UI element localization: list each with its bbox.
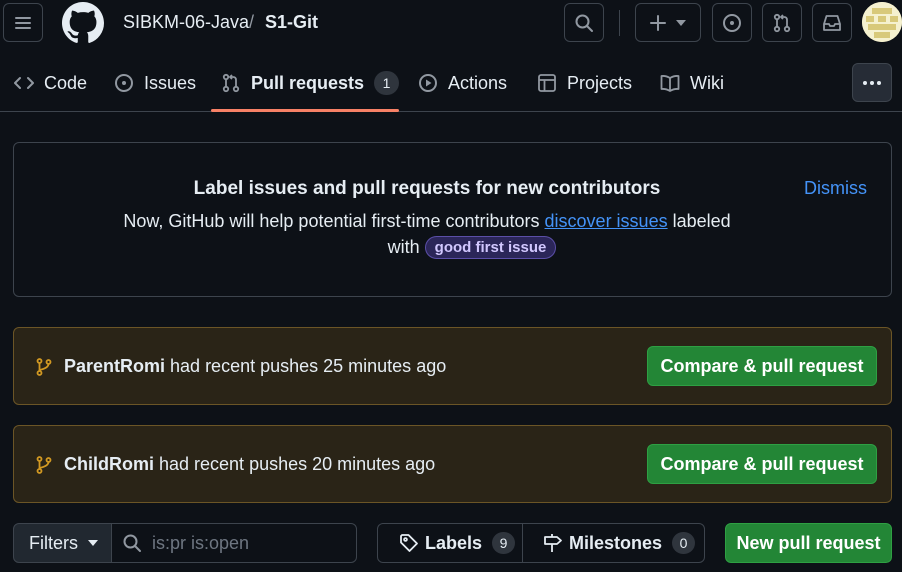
- avatar[interactable]: [862, 2, 902, 42]
- compare-pull-request-button[interactable]: Compare & pull request: [647, 444, 877, 484]
- header-divider: [619, 10, 620, 36]
- tab-code[interactable]: Code: [14, 69, 87, 97]
- menu-button[interactable]: [3, 3, 43, 42]
- tab-wiki[interactable]: Wiki: [660, 69, 724, 97]
- filters-dropdown[interactable]: Filters: [13, 523, 112, 563]
- repo-nav: Code Issues Pull requests 1 Actions Proj…: [0, 55, 902, 112]
- tab-pull-requests-label: Pull requests: [251, 72, 365, 93]
- hamburger-icon: [14, 15, 32, 31]
- code-icon: [14, 75, 34, 91]
- labels-button[interactable]: Labels 9: [377, 523, 523, 563]
- milestones-count: 0: [672, 532, 696, 554]
- kebab-horizontal-icon: [862, 80, 882, 86]
- create-new-button[interactable]: [635, 3, 701, 42]
- caret-down-icon: [88, 540, 98, 546]
- banner-with-text: with: [387, 237, 425, 257]
- labels-count: 9: [492, 532, 516, 554]
- book-icon: [660, 73, 680, 93]
- banner-description-line2: with good first issue: [14, 236, 902, 259]
- banner-description: Now, GitHub will help potential first-ti…: [14, 211, 840, 232]
- play-icon: [418, 73, 438, 93]
- dismiss-button[interactable]: Dismiss: [804, 178, 867, 199]
- push-time-text: had recent pushes 20 minutes ago: [154, 454, 436, 474]
- issue-opened-icon: [114, 73, 134, 93]
- git-pull-request-icon: [772, 13, 792, 33]
- recent-push-banner: ChildRomi had recent pushes 20 minutes a…: [13, 425, 892, 503]
- repo-owner-link[interactable]: SIBKM-06-Java: [123, 11, 249, 33]
- branch-name[interactable]: ParentRomi: [64, 356, 165, 376]
- tab-actions[interactable]: Actions: [418, 69, 507, 97]
- git-branch-icon: [36, 456, 52, 474]
- compare-pull-request-button[interactable]: Compare & pull request: [647, 346, 877, 386]
- table-icon: [537, 73, 557, 93]
- inbox-button[interactable]: [812, 3, 852, 42]
- milestones-label: Milestones: [569, 532, 663, 553]
- git-pull-request-icon: [221, 73, 241, 93]
- issue-opened-icon: [722, 13, 742, 33]
- tab-issues-label: Issues: [144, 72, 197, 93]
- tab-code-label: Code: [44, 72, 88, 93]
- milestone-icon: [543, 533, 563, 553]
- discover-issues-link[interactable]: discover issues: [545, 211, 668, 231]
- labels-label: Labels: [425, 532, 483, 553]
- pr-search-box: [111, 523, 357, 563]
- tab-projects-label: Projects: [567, 72, 633, 93]
- plus-icon: [650, 14, 666, 31]
- new-contributors-banner: Label issues and pull requests for new c…: [13, 142, 892, 297]
- push-time-text: had recent pushes 25 minutes ago: [165, 356, 447, 376]
- push-message: ChildRomi had recent pushes 20 minutes a…: [64, 454, 435, 475]
- more-tabs-button[interactable]: [852, 63, 892, 102]
- active-tab-indicator: [211, 109, 399, 112]
- push-message: ParentRomi had recent pushes 25 minutes …: [64, 356, 446, 377]
- banner-title: Label issues and pull requests for new c…: [193, 178, 661, 199]
- pull-requests-button[interactable]: [762, 3, 802, 42]
- recent-push-banner: ParentRomi had recent pushes 25 minutes …: [13, 327, 892, 405]
- filters-label: Filters: [29, 532, 78, 553]
- banner-text-before: Now, GitHub will help potential first-ti…: [123, 211, 545, 231]
- inbox-icon: [822, 13, 842, 33]
- new-pull-request-button[interactable]: New pull request: [725, 523, 892, 563]
- git-branch-icon: [36, 358, 52, 376]
- tab-wiki-label: Wiki: [690, 72, 724, 93]
- tag-icon: [399, 533, 419, 553]
- pull-requests-count: 1: [374, 71, 400, 95]
- breadcrumb-separator: /: [249, 12, 255, 32]
- tab-issues[interactable]: Issues: [114, 69, 196, 97]
- caret-down-icon: [676, 19, 686, 26]
- branch-name[interactable]: ChildRomi: [64, 454, 154, 474]
- issues-button[interactable]: [712, 3, 752, 42]
- banner-text-after: labeled: [667, 211, 731, 231]
- tab-actions-label: Actions: [448, 72, 508, 93]
- tab-pull-requests[interactable]: Pull requests 1: [221, 69, 400, 97]
- github-logo[interactable]: [62, 2, 104, 44]
- search-icon: [122, 533, 142, 553]
- search-button[interactable]: [564, 3, 604, 42]
- pr-search-input[interactable]: [152, 532, 342, 554]
- milestones-button[interactable]: Milestones 0: [522, 523, 705, 563]
- tab-projects[interactable]: Projects: [537, 69, 632, 97]
- search-icon: [574, 13, 594, 33]
- good-first-issue-label[interactable]: good first issue: [424, 236, 557, 259]
- repo-name-link[interactable]: S1-Git: [265, 11, 318, 33]
